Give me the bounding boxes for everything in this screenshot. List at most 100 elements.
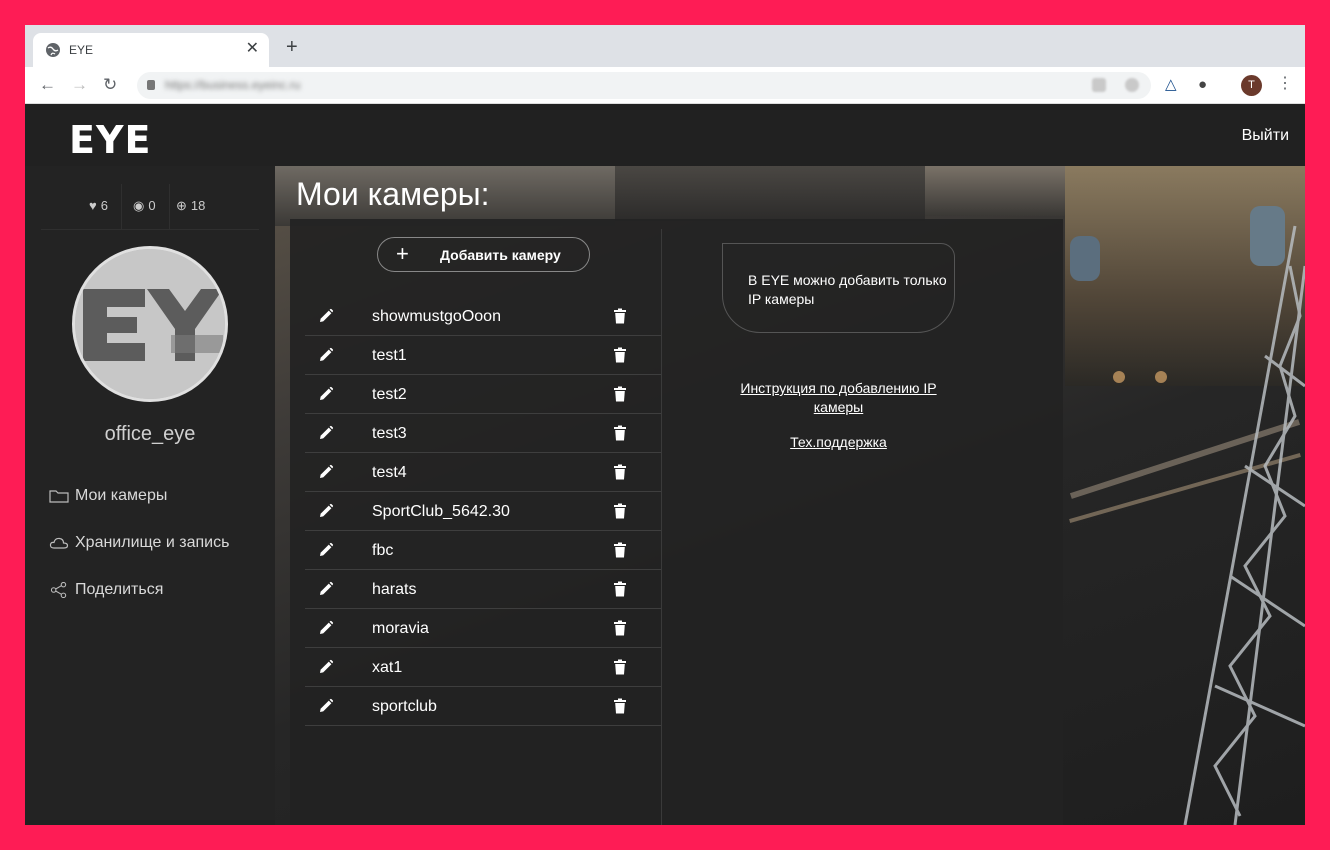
camera-name: SportClub_5642.30 — [372, 503, 510, 520]
camera-name: test2 — [372, 386, 407, 403]
trash-icon[interactable] — [613, 425, 627, 441]
share-icon — [50, 581, 67, 598]
views-stat: ◉ 0 — [133, 198, 156, 214]
username: office_eye — [104, 423, 196, 445]
profile-avatar-icon[interactable]: T — [1241, 75, 1262, 96]
add-camera-label: Добавить камеру — [440, 247, 561, 263]
forward-icon[interactable]: → — [71, 75, 88, 95]
edit-pencil-icon[interactable] — [318, 503, 334, 519]
sidebar-item-storage[interactable]: Хранилище и запись — [49, 534, 229, 552]
menu-icon[interactable]: ⋮ — [1277, 73, 1293, 95]
camera-name: xat1 — [372, 659, 403, 676]
key-icon[interactable] — [1092, 78, 1106, 92]
edit-pencil-icon[interactable] — [318, 698, 334, 714]
cameras-panel: + Добавить камеру showmustgoOoon test1 tes… — [290, 219, 1063, 825]
stat-divider — [121, 184, 122, 230]
url-text: https://business.eyeinc.ru — [165, 78, 301, 92]
edit-pencil-icon[interactable] — [318, 464, 334, 480]
sidebar-item-share[interactable]: Поделиться — [49, 581, 163, 599]
folder-icon — [49, 490, 69, 503]
edit-pencil-icon[interactable] — [318, 386, 334, 402]
close-tab-icon[interactable]: ✕ — [246, 40, 259, 58]
tab-title: EYE — [69, 43, 94, 57]
trash-icon[interactable] — [613, 308, 627, 324]
views-count: 0 — [148, 198, 156, 213]
edit-pencil-icon[interactable] — [318, 425, 334, 441]
camera-name: sportclub — [372, 698, 437, 715]
cloud-icon — [49, 537, 69, 549]
eye-logo[interactable]: EYE — [69, 118, 151, 162]
back-icon[interactable]: ← — [39, 75, 56, 95]
camera-row[interactable]: xat1 — [305, 648, 661, 687]
trash-icon[interactable] — [613, 620, 627, 636]
page: EYE Выйти ♥6 ◉0 ⊕18 office_eye Мои ка — [25, 104, 1305, 825]
camera-list: showmustgoOoon test1 test2 test3 test4 SportC… — [305, 297, 661, 726]
plus-circle-icon: ⊕ — [176, 198, 187, 213]
browser-toolbar: ← → ↻ https://business.eyeinc.ru △ ● T ⋮ — [25, 67, 1305, 104]
globe-icon — [46, 43, 60, 57]
new-tab-button[interactable]: + — [286, 37, 298, 57]
stat-divider — [169, 184, 170, 230]
camera-row[interactable]: test2 — [305, 375, 661, 414]
star-icon[interactable] — [1125, 78, 1139, 92]
trash-icon[interactable] — [613, 698, 627, 714]
sidebar-item-label: Поделиться — [75, 581, 164, 598]
sidebar-item-label: Хранилище и запись — [75, 534, 230, 551]
camera-row[interactable]: test1 — [305, 336, 661, 375]
edit-pencil-icon[interactable] — [318, 308, 334, 324]
camera-row[interactable]: showmustgoOoon — [305, 297, 661, 336]
camera-name: fbc — [372, 542, 394, 559]
camera-row[interactable]: harats — [305, 570, 661, 609]
browser-window: EYE ✕ + ← → ↻ https://business.eyeinc.ru… — [25, 25, 1305, 825]
tab-bar: EYE ✕ + — [25, 25, 1305, 67]
sidebar-item-my-cameras[interactable]: Мои камеры — [49, 487, 167, 505]
camera-name: harats — [372, 581, 417, 598]
extension-icon[interactable]: ● — [1198, 76, 1207, 94]
camera-row[interactable]: fbc — [305, 531, 661, 570]
address-bar[interactable]: https://business.eyeinc.ru — [137, 72, 1151, 99]
trash-icon[interactable] — [613, 503, 627, 519]
reload-icon[interactable]: ↻ — [103, 75, 117, 95]
edit-pencil-icon[interactable] — [318, 620, 334, 636]
camera-name: showmustgoOoon — [372, 308, 501, 325]
trash-icon[interactable] — [613, 347, 627, 363]
camera-row[interactable]: sportclub — [305, 687, 661, 726]
camera-name: test1 — [372, 347, 407, 364]
support-link[interactable]: Тех.поддержка — [722, 433, 955, 452]
camera-name: test3 — [372, 425, 407, 442]
camera-row[interactable]: test4 — [305, 453, 661, 492]
info-box: В EYE можно добавить только IP камеры — [722, 243, 955, 333]
trash-icon[interactable] — [613, 659, 627, 675]
cameras-stat: ⊕ 18 — [176, 198, 205, 214]
edit-pencil-icon[interactable] — [318, 347, 334, 363]
stats-bar: ♥ 6 ◉ 0 ⊕ 18 — [41, 184, 259, 230]
sidebar-item-label: Мои камеры — [75, 487, 168, 504]
trash-icon[interactable] — [613, 542, 627, 558]
instruction-link[interactable]: Инструкция по добавлению IP камеры — [722, 379, 955, 417]
likes-count: 6 — [100, 198, 108, 213]
likes-stat: ♥ 6 — [89, 198, 108, 213]
trash-icon[interactable] — [613, 464, 627, 480]
edit-pencil-icon[interactable] — [318, 542, 334, 558]
camera-row[interactable]: test3 — [305, 414, 661, 453]
eye-logo-avatar-icon — [75, 249, 225, 399]
page-title: Мои камеры: — [296, 176, 490, 212]
browser-tab[interactable]: EYE ✕ — [33, 33, 269, 67]
add-camera-button[interactable]: + Добавить камеру — [377, 237, 590, 272]
extension-delta-icon[interactable]: △ — [1165, 76, 1177, 94]
edit-pencil-icon[interactable] — [318, 581, 334, 597]
camera-name: test4 — [372, 464, 407, 481]
camera-name: moravia — [372, 620, 429, 637]
sidebar: ♥ 6 ◉ 0 ⊕ 18 office_eye Мои камеры Хранилищ — [25, 166, 275, 820]
avatar[interactable] — [72, 246, 228, 402]
edit-pencil-icon[interactable] — [318, 659, 334, 675]
logout-link[interactable]: Выйти — [1242, 127, 1289, 145]
camera-row[interactable]: SportClub_5642.30 — [305, 492, 661, 531]
camera-row[interactable]: moravia — [305, 609, 661, 648]
panel-divider — [661, 229, 662, 825]
lock-icon — [147, 80, 155, 90]
plus-icon: + — [396, 241, 409, 266]
trash-icon[interactable] — [613, 581, 627, 597]
cameras-count: 18 — [190, 198, 206, 213]
trash-icon[interactable] — [613, 386, 627, 402]
